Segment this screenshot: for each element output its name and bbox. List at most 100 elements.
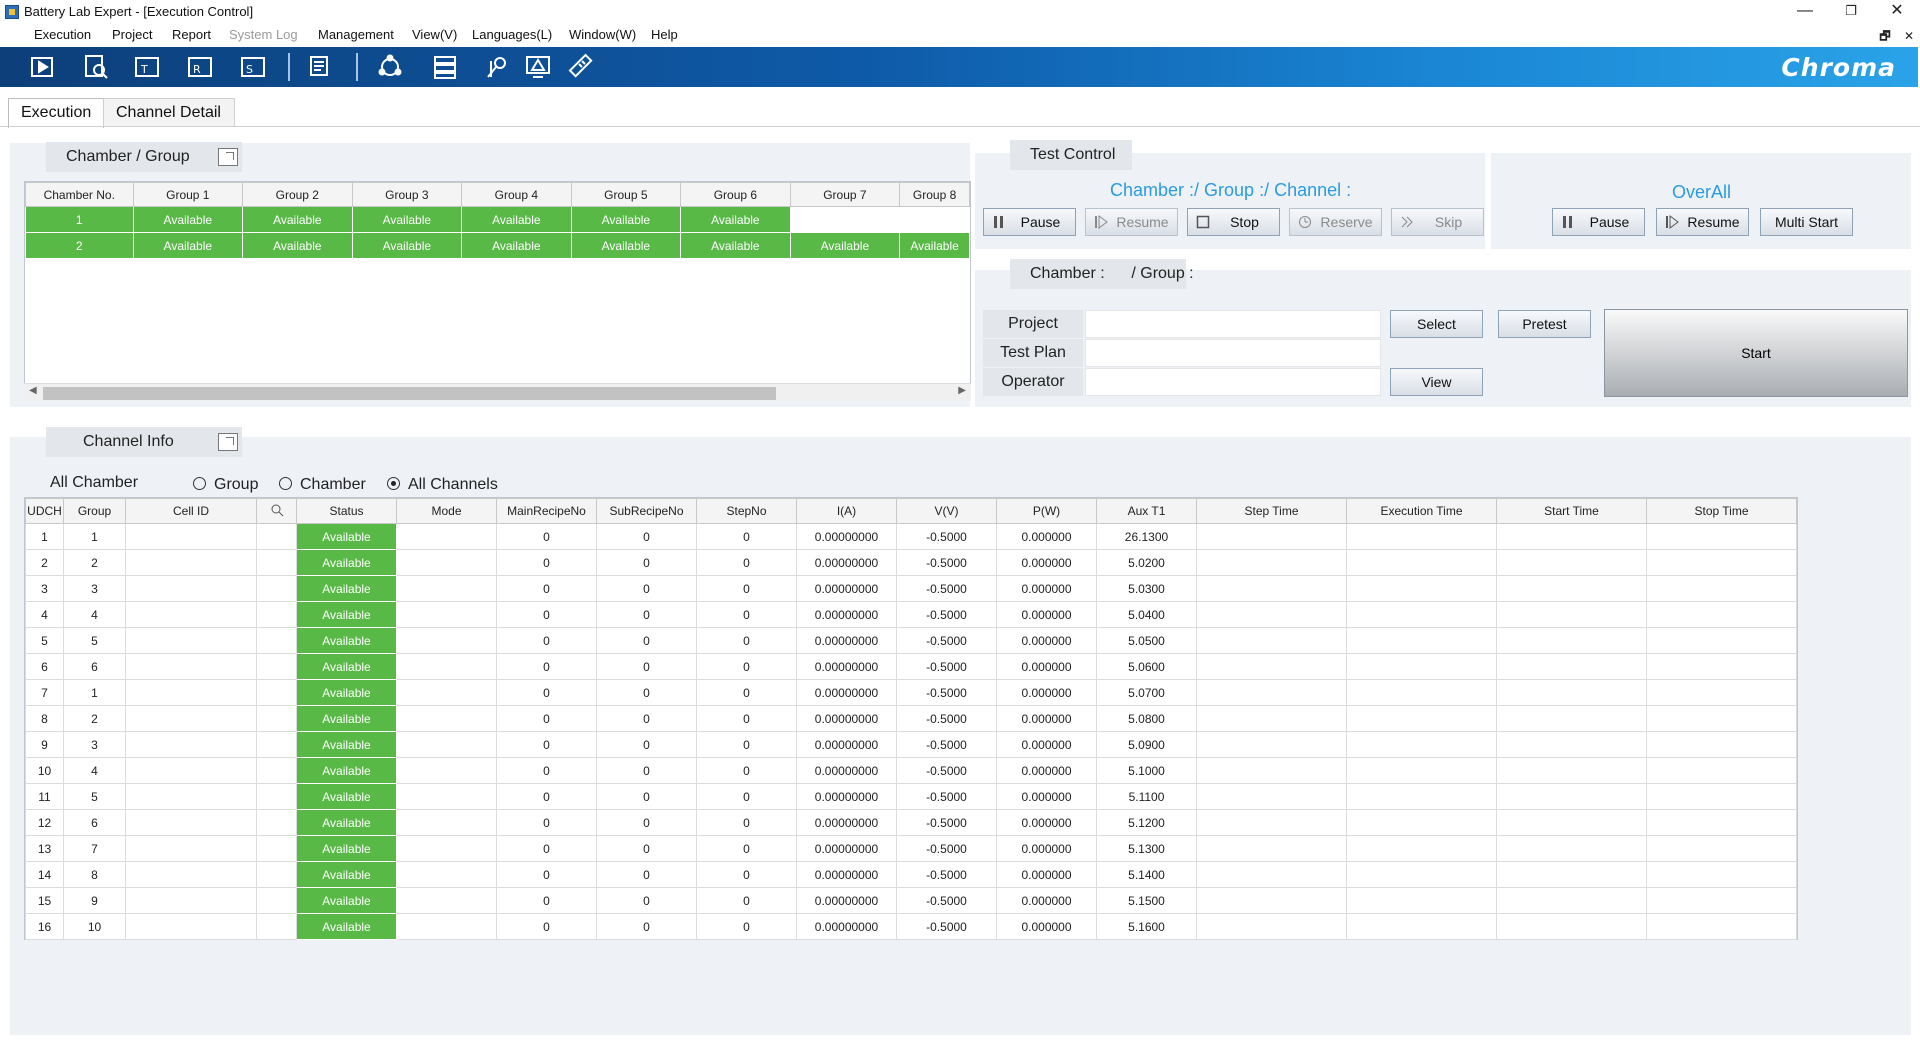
group-cell[interactable]: 6 xyxy=(63,653,126,680)
table-row[interactable]: 16 10 Available 0 0 0 0.00000000 -0.5000 0.00000… xyxy=(25,913,1797,940)
group-cell[interactable]: Available xyxy=(132,232,244,259)
sub-recipe-cell[interactable]: 0 xyxy=(596,549,697,576)
group-cell[interactable]: Available xyxy=(680,206,791,233)
mode-cell[interactable] xyxy=(396,757,497,784)
table-row[interactable]: 11 5 Available 0 0 0 0.00000000 -0.5000 0.000000… xyxy=(25,783,1797,810)
main-recipe-cell[interactable]: 0 xyxy=(496,757,597,784)
group-cell[interactable]: 3 xyxy=(63,575,126,602)
table-row[interactable]: 10 4 Available 0 0 0 0.00000000 -0.5000 0.000000… xyxy=(25,757,1797,784)
udch-cell[interactable]: 8 xyxy=(25,705,64,732)
udch-cell[interactable]: 3 xyxy=(25,575,64,602)
menu-report[interactable]: Report xyxy=(172,27,211,42)
start-time-cell[interactable] xyxy=(1496,835,1647,862)
step-time-cell[interactable] xyxy=(1196,549,1347,576)
current-cell[interactable]: 0.00000000 xyxy=(796,731,897,758)
view-button[interactable]: View xyxy=(1390,368,1483,396)
status-cell[interactable]: Available xyxy=(296,653,397,680)
step-time-cell[interactable] xyxy=(1196,757,1347,784)
aux-t1-cell[interactable]: 5.0800 xyxy=(1096,705,1197,732)
step-time-cell[interactable] xyxy=(1196,523,1347,550)
cell-id-cell[interactable] xyxy=(125,601,257,628)
execution-time-cell[interactable] xyxy=(1346,887,1497,914)
cell-id-extra-cell[interactable] xyxy=(256,757,297,784)
tab-execution[interactable]: Execution xyxy=(8,98,105,128)
stop-time-cell[interactable] xyxy=(1646,809,1797,836)
schedule-icon[interactable]: S xyxy=(238,53,268,81)
udch-cell[interactable]: 1 xyxy=(25,523,64,550)
mdi-close-icon[interactable]: ✕ xyxy=(1904,29,1914,43)
step-no-cell[interactable]: 0 xyxy=(696,627,797,654)
main-recipe-cell[interactable]: 0 xyxy=(496,627,597,654)
group-cell[interactable]: 1 xyxy=(63,679,126,706)
aux-t1-cell[interactable]: 5.1600 xyxy=(1096,913,1197,940)
cell-id-extra-cell[interactable] xyxy=(256,653,297,680)
udch-cell[interactable]: 2 xyxy=(25,549,64,576)
udch-cell[interactable]: 13 xyxy=(25,835,64,862)
group-cell[interactable]: 8 xyxy=(63,861,126,888)
sub-recipe-cell[interactable]: 0 xyxy=(596,809,697,836)
cell-id-cell[interactable] xyxy=(125,627,257,654)
cell-id-cell[interactable] xyxy=(125,783,257,810)
group-cell[interactable]: 7 xyxy=(63,835,126,862)
main-recipe-cell[interactable]: 0 xyxy=(496,861,597,888)
group-cell[interactable]: 10 xyxy=(63,913,126,940)
stop-time-cell[interactable] xyxy=(1646,757,1797,784)
power-cell[interactable]: 0.000000 xyxy=(996,783,1097,810)
voltage-cell[interactable]: -0.5000 xyxy=(896,783,997,810)
udch-cell[interactable]: 10 xyxy=(25,757,64,784)
mode-cell[interactable] xyxy=(396,809,497,836)
stop-time-cell[interactable] xyxy=(1646,549,1797,576)
server-icon[interactable] xyxy=(430,53,460,81)
column-header[interactable]: Group xyxy=(63,498,126,524)
power-cell[interactable]: 0.000000 xyxy=(996,757,1097,784)
mode-cell[interactable] xyxy=(396,835,497,862)
voltage-cell[interactable]: -0.5000 xyxy=(896,679,997,706)
step-no-cell[interactable]: 0 xyxy=(696,913,797,940)
column-header[interactable]: Start Time xyxy=(1496,498,1647,524)
main-recipe-cell[interactable]: 0 xyxy=(496,887,597,914)
status-cell[interactable]: Available xyxy=(296,861,397,888)
main-recipe-cell[interactable]: 0 xyxy=(496,653,597,680)
start-time-cell[interactable] xyxy=(1496,523,1647,550)
status-cell[interactable]: Available xyxy=(296,523,397,550)
voltage-cell[interactable]: -0.5000 xyxy=(896,601,997,628)
voltage-cell[interactable]: -0.5000 xyxy=(896,653,997,680)
execution-time-cell[interactable] xyxy=(1346,809,1497,836)
group-cell[interactable]: Available xyxy=(789,232,901,259)
column-header[interactable]: MainRecipeNo xyxy=(496,498,597,524)
step-no-cell[interactable]: 0 xyxy=(696,809,797,836)
cell-id-cell[interactable] xyxy=(125,757,257,784)
main-recipe-cell[interactable]: 0 xyxy=(496,835,597,862)
current-cell[interactable]: 0.00000000 xyxy=(796,679,897,706)
current-cell[interactable]: 0.00000000 xyxy=(796,627,897,654)
udch-cell[interactable]: 11 xyxy=(25,783,64,810)
current-cell[interactable]: 0.00000000 xyxy=(796,575,897,602)
status-cell[interactable]: Available xyxy=(296,705,397,732)
menu-languages[interactable]: Languages(L) xyxy=(472,27,552,42)
power-cell[interactable]: 0.000000 xyxy=(996,705,1097,732)
execution-time-cell[interactable] xyxy=(1346,653,1497,680)
power-cell[interactable]: 0.000000 xyxy=(996,809,1097,836)
udch-cell[interactable]: 14 xyxy=(25,861,64,888)
column-header[interactable]: Aux T1 xyxy=(1096,498,1197,524)
cell-id-extra-cell[interactable] xyxy=(256,913,297,940)
cell-id-extra-cell[interactable] xyxy=(256,523,297,550)
group-cell[interactable]: 5 xyxy=(63,627,126,654)
sub-recipe-cell[interactable]: 0 xyxy=(596,601,697,628)
table-row[interactable]: 1 1 Available 0 0 0 0.00000000 -0.5000 0.000000 2… xyxy=(25,523,1797,550)
voltage-cell[interactable]: -0.5000 xyxy=(896,835,997,862)
cell-id-extra-cell[interactable] xyxy=(256,601,297,628)
voltage-cell[interactable]: -0.5000 xyxy=(896,549,997,576)
column-header[interactable]: Group 5 xyxy=(570,182,682,207)
sub-recipe-cell[interactable]: 0 xyxy=(596,523,697,550)
cell-id-cell[interactable] xyxy=(125,913,257,940)
voltage-cell[interactable]: -0.5000 xyxy=(896,861,997,888)
aux-t1-cell[interactable]: 5.0600 xyxy=(1096,653,1197,680)
status-cell[interactable]: Available xyxy=(296,731,397,758)
execution-time-cell[interactable] xyxy=(1346,783,1497,810)
sub-recipe-cell[interactable]: 0 xyxy=(596,887,697,914)
column-header[interactable]: Status xyxy=(296,498,397,524)
current-cell[interactable]: 0.00000000 xyxy=(796,705,897,732)
minimize-button[interactable]: — xyxy=(1782,0,1828,22)
popout-icon[interactable] xyxy=(218,433,238,451)
